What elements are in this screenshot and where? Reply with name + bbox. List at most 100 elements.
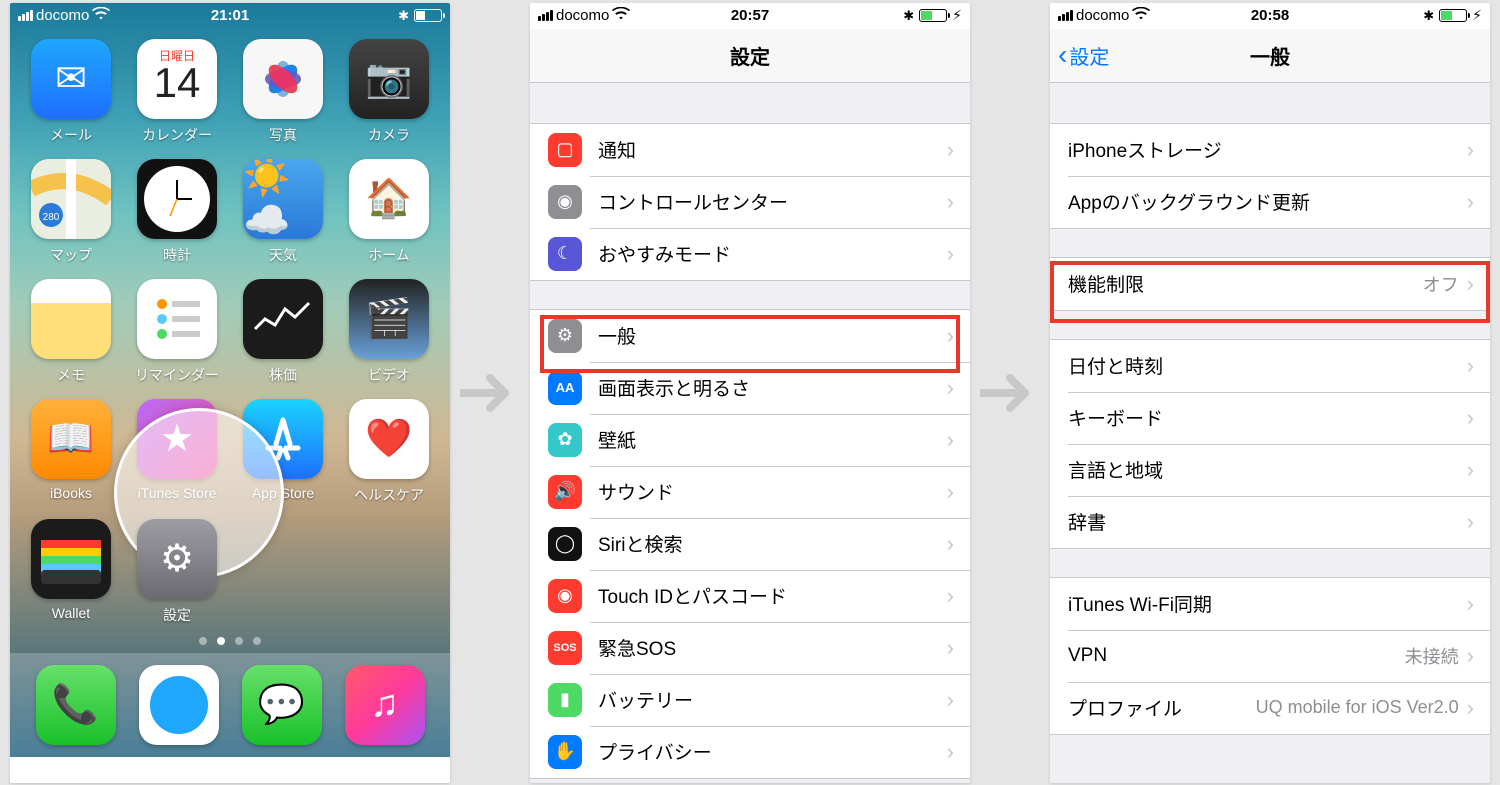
arrow-icon bbox=[460, 368, 520, 418]
app-mail[interactable]: ✉︎メール bbox=[27, 39, 115, 145]
chevron-right-icon: › bbox=[947, 687, 954, 713]
page-title: 設定 bbox=[730, 41, 770, 70]
app-videos[interactable]: 🎬ビデオ bbox=[345, 279, 433, 385]
photos-icon bbox=[243, 39, 323, 119]
dock-phone[interactable]: 📞 bbox=[36, 665, 116, 745]
stocks-icon bbox=[243, 279, 323, 359]
calendar-icon: 日曜日14 bbox=[137, 39, 217, 119]
notifications-icon: ▢ bbox=[548, 133, 582, 167]
dock-music[interactable]: ♫ bbox=[345, 665, 425, 745]
chevron-right-icon: › bbox=[947, 137, 954, 163]
wallet-icon bbox=[31, 519, 111, 599]
chevron-right-icon: › bbox=[947, 241, 954, 267]
wallpaper-icon: ✿ bbox=[548, 423, 582, 457]
weather-icon: ☀️☁️ bbox=[243, 159, 323, 239]
row-display[interactable]: AA画面表示と明るさ› bbox=[530, 362, 970, 414]
row-storage[interactable]: iPhoneストレージ› bbox=[1050, 124, 1490, 176]
controlcenter-icon: ◉ bbox=[548, 185, 582, 219]
screen-home: docomo 21:01 ✱ ✉︎メール 日曜日14カレンダー 写真 📷カメラ … bbox=[10, 3, 450, 783]
general-list[interactable]: iPhoneストレージ› Appのバックグラウンド更新› 機能制限オフ› 日付と… bbox=[1050, 83, 1490, 783]
row-dnd[interactable]: ☾おやすみモード› bbox=[530, 228, 970, 280]
app-clock[interactable]: 時計 bbox=[133, 159, 221, 265]
battery-icon bbox=[919, 9, 947, 22]
app-photos[interactable]: 写真 bbox=[239, 39, 327, 145]
app-camera[interactable]: 📷カメラ bbox=[345, 39, 433, 145]
app-reminders[interactable]: リマインダー bbox=[133, 279, 221, 385]
battery-icon bbox=[1439, 9, 1467, 22]
dock-messages[interactable]: 💬 bbox=[242, 665, 322, 745]
chevron-right-icon: › bbox=[1467, 271, 1474, 297]
clock-label: 20:58 bbox=[1050, 7, 1490, 24]
app-ibooks[interactable]: 📖iBooks bbox=[27, 399, 115, 505]
row-dictionary[interactable]: 辞書› bbox=[1050, 496, 1490, 548]
battery-row-icon: ▮ bbox=[548, 683, 582, 717]
row-restrictions[interactable]: 機能制限オフ› bbox=[1050, 258, 1490, 310]
row-battery[interactable]: ▮バッテリー› bbox=[530, 674, 970, 726]
row-keyboard[interactable]: キーボード› bbox=[1050, 392, 1490, 444]
arrow-icon bbox=[980, 368, 1040, 418]
chevron-right-icon: › bbox=[947, 583, 954, 609]
row-sound[interactable]: 🔊サウンド› bbox=[530, 466, 970, 518]
chevron-right-icon: › bbox=[1467, 189, 1474, 215]
clock-label: 20:57 bbox=[530, 7, 970, 24]
app-wallet[interactable]: Wallet bbox=[27, 519, 115, 625]
screen-general: docomo 20:58 ✱ ⚡︎ ‹ 設定 一般 iPhoneストレージ› A… bbox=[1050, 3, 1490, 783]
app-calendar[interactable]: 日曜日14カレンダー bbox=[133, 39, 221, 145]
chevron-right-icon: › bbox=[1467, 509, 1474, 535]
app-maps[interactable]: 280 マップ bbox=[27, 159, 115, 265]
row-touchid[interactable]: ◉Touch IDとパスコード› bbox=[530, 570, 970, 622]
status-bar: docomo 20:57 ✱ ⚡︎ bbox=[530, 3, 970, 29]
row-controlcenter[interactable]: ◉コントロールセンター› bbox=[530, 176, 970, 228]
chevron-right-icon: › bbox=[1467, 591, 1474, 617]
row-privacy[interactable]: ✋プライバシー› bbox=[530, 726, 970, 778]
chevron-left-icon: ‹ bbox=[1058, 41, 1067, 69]
app-home[interactable]: 🏠ホーム bbox=[345, 159, 433, 265]
app-stocks[interactable]: 株価 bbox=[239, 279, 327, 385]
privacy-icon: ✋ bbox=[548, 735, 582, 769]
dock-safari[interactable] bbox=[139, 665, 219, 745]
row-wallpaper[interactable]: ✿壁紙› bbox=[530, 414, 970, 466]
row-sos[interactable]: SOS緊急SOS› bbox=[530, 622, 970, 674]
dnd-icon: ☾ bbox=[548, 237, 582, 271]
status-bar: docomo 20:58 ✱ ⚡︎ bbox=[1050, 3, 1490, 29]
chevron-right-icon: › bbox=[947, 427, 954, 453]
chevron-right-icon: › bbox=[1467, 137, 1474, 163]
row-datetime[interactable]: 日付と時刻› bbox=[1050, 340, 1490, 392]
ibooks-icon: 📖 bbox=[31, 399, 111, 479]
row-notifications[interactable]: ▢通知› bbox=[530, 124, 970, 176]
settings-icon: ⚙︎ bbox=[137, 519, 217, 599]
sos-icon: SOS bbox=[548, 631, 582, 665]
screen-settings: docomo 20:57 ✱ ⚡︎ 設定 ▢通知› ◉コントロールセンター› ☾… bbox=[530, 3, 970, 783]
row-general[interactable]: ⚙︎一般› bbox=[530, 310, 970, 362]
chevron-right-icon: › bbox=[1467, 457, 1474, 483]
settings-list[interactable]: ▢通知› ◉コントロールセンター› ☾おやすみモード› ⚙︎一般› AA画面表示… bbox=[530, 83, 970, 783]
app-weather[interactable]: ☀️☁️天気 bbox=[239, 159, 327, 265]
clock-label: 21:01 bbox=[10, 7, 450, 24]
chevron-right-icon: › bbox=[1467, 695, 1474, 721]
status-bar: docomo 21:01 ✱ bbox=[10, 3, 450, 29]
back-button[interactable]: ‹ 設定 bbox=[1058, 29, 1109, 82]
chevron-right-icon: › bbox=[947, 189, 954, 215]
app-settings[interactable]: ⚙︎設定 bbox=[133, 519, 221, 625]
row-itunes-sync[interactable]: iTunes Wi-Fi同期› bbox=[1050, 578, 1490, 630]
clock-icon bbox=[137, 159, 217, 239]
navbar: ‹ 設定 一般 bbox=[1050, 29, 1490, 83]
page-title: 一般 bbox=[1250, 41, 1290, 70]
battery-icon bbox=[414, 9, 442, 22]
row-language[interactable]: 言語と地域› bbox=[1050, 444, 1490, 496]
chevron-right-icon: › bbox=[1467, 353, 1474, 379]
app-health[interactable]: ❤️ヘルスケア bbox=[345, 399, 433, 505]
maps-icon: 280 bbox=[31, 159, 111, 239]
row-siri[interactable]: ◯Siriと検索› bbox=[530, 518, 970, 570]
row-bg-refresh[interactable]: Appのバックグラウンド更新› bbox=[1050, 176, 1490, 228]
dock: 📞 💬 ♫ bbox=[10, 653, 450, 757]
mail-icon: ✉︎ bbox=[31, 39, 111, 119]
chevron-right-icon: › bbox=[947, 375, 954, 401]
page-indicator[interactable] bbox=[10, 637, 450, 645]
chevron-right-icon: › bbox=[947, 531, 954, 557]
row-profile[interactable]: プロファイルUQ mobile for iOS Ver2.0› bbox=[1050, 682, 1490, 734]
row-vpn[interactable]: VPN未接続› bbox=[1050, 630, 1490, 682]
camera-icon: 📷 bbox=[349, 39, 429, 119]
app-notes[interactable]: メモ bbox=[27, 279, 115, 385]
display-icon: AA bbox=[548, 371, 582, 405]
